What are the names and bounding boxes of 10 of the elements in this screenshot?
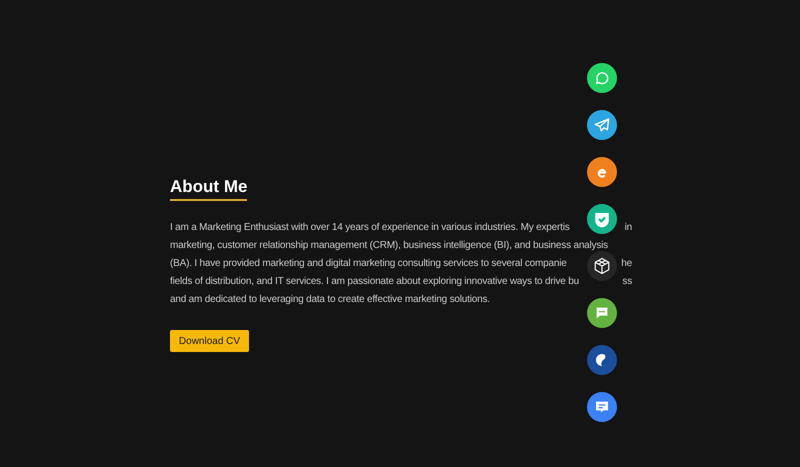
paragraph-text: (BA). I have provided marketing and digital marketing consulting services to several companie xyxy=(170,257,567,271)
download-cv-button[interactable]: Download CV xyxy=(170,330,249,352)
paragraph-text: fields of distribution, and IT services. I am passionate about exploring innovative ways to drive bu xyxy=(170,275,579,289)
paragraph-text: marketing, customer relationship management (CRM), business intelligence (BI), and business analysis xyxy=(170,239,608,253)
paragraph-text: I am a Marketing Enthusiast with over 14 years of experience in various industries. My expertis xyxy=(170,221,570,235)
section-title: About Me xyxy=(170,176,248,201)
paragraph-text: he xyxy=(621,257,632,271)
paragraph-text: in xyxy=(624,221,632,235)
paragraph-text: and am dedicated to leveraging data to create effective marketing solutions. xyxy=(170,293,490,307)
paragraph-text: ss xyxy=(622,275,632,289)
